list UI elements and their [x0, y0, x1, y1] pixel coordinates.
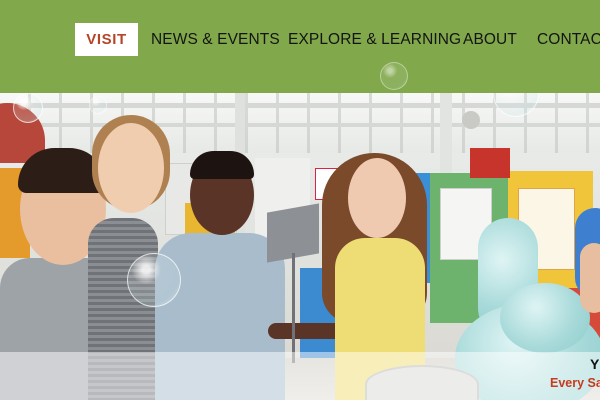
hero-banner-title: Y	[590, 356, 600, 372]
banner-strip	[0, 352, 600, 400]
nav-contact[interactable]: CONTACT	[537, 29, 600, 51]
ceiling-beam	[0, 123, 600, 127]
bubble-decoration	[127, 253, 181, 307]
hero-banner-subtitle: Every Sa	[550, 376, 600, 390]
red-wall	[470, 148, 510, 178]
bubble-decoration	[89, 96, 107, 114]
site-header: VISIT NEWS & EVENTS EXPLORE & LEARNING A…	[0, 0, 600, 93]
nav-news-events[interactable]: NEWS & EVENTS	[151, 29, 280, 51]
nav-about[interactable]: ABOUT	[463, 29, 517, 51]
bubble-decoration	[13, 93, 43, 123]
page: VISIT NEWS & EVENTS EXPLORE & LEARNING A…	[0, 0, 600, 400]
nav-visit[interactable]: VISIT	[75, 23, 138, 56]
nav-explore-learning[interactable]: EXPLORE & LEARNING	[288, 29, 461, 51]
music-stand-pole	[292, 253, 295, 363]
hero-image	[0, 93, 600, 400]
main-navigation: VISIT NEWS & EVENTS EXPLORE & LEARNING A…	[0, 0, 600, 93]
fan	[462, 111, 480, 129]
cotton-candy	[500, 283, 590, 353]
